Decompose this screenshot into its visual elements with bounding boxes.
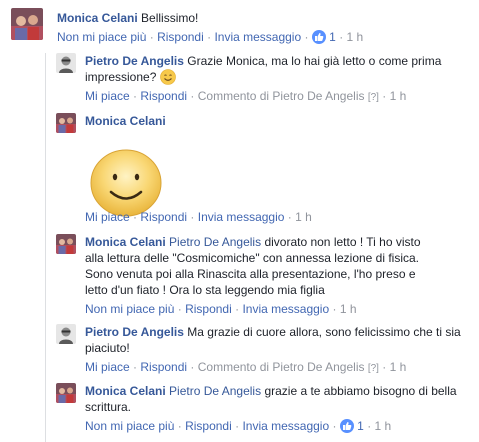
- comment-time[interactable]: 1 h: [390, 89, 407, 103]
- reply-link[interactable]: Rispondi: [157, 30, 204, 44]
- comment-actions: Mi piace · Rispondi · Invia messaggio · …: [85, 210, 312, 224]
- comment-time[interactable]: 1 h: [375, 419, 392, 433]
- comment-actions: Non mi piace più · Rispondi · Invia mess…: [85, 419, 392, 433]
- avatar[interactable]: [56, 53, 76, 73]
- comment-actions: Mi piace · Rispondi · Commento di Pietro…: [85, 89, 407, 103]
- like-count[interactable]: 1: [329, 30, 336, 44]
- send-message-link[interactable]: Invia messaggio: [214, 30, 301, 44]
- reply-monica-sticker: Monica Celani Mi piace · Rispondi · Invi…: [56, 113, 471, 231]
- like-icon[interactable]: [339, 419, 354, 433]
- send-message-link[interactable]: Invia messaggio: [242, 419, 329, 433]
- like-icon[interactable]: [311, 30, 326, 44]
- thread-line: [45, 53, 46, 442]
- comment-time[interactable]: 1 h: [347, 30, 364, 44]
- comment-text-line: Sono venuta poi alla Rinascita alla pres…: [85, 267, 416, 281]
- unlike-link[interactable]: Non mi piace più: [57, 30, 146, 44]
- reply-link[interactable]: Rispondi: [185, 302, 232, 316]
- monica-avatar-image: [11, 8, 43, 40]
- monica-avatar-image: [56, 113, 76, 133]
- reply-link[interactable]: Rispondi: [185, 419, 232, 433]
- comment-time[interactable]: 1 h: [340, 302, 357, 316]
- send-message-link[interactable]: Invia messaggio: [242, 302, 329, 316]
- reply-pietro-1: Pietro De Angelis Grazie Monica, ma lo h…: [56, 53, 471, 107]
- comment-monica-1: Monica Celani Bellissimo! Non mi piace p…: [11, 8, 471, 48]
- comment-actions: Non mi piace più · Rispondi · Invia mess…: [85, 302, 357, 316]
- reply-monica-2: Monica Celani Pietro De Angelis divorato…: [56, 234, 471, 322]
- like-link[interactable]: Mi piace: [85, 210, 130, 224]
- comment-author[interactable]: Monica Celani: [85, 235, 166, 249]
- reply-link[interactable]: Rispondi: [140, 210, 187, 224]
- avatar[interactable]: [56, 383, 76, 403]
- comment-author[interactable]: Monica Celani: [85, 384, 166, 398]
- monica-avatar-image: [56, 234, 76, 254]
- comment-actions: Non mi piace più · Rispondi · Invia mess…: [57, 30, 364, 44]
- comment-author[interactable]: Pietro De Angelis: [85, 54, 184, 68]
- comment-time[interactable]: 1 h: [390, 360, 407, 374]
- smiley-emoji-icon: [159, 69, 176, 85]
- unlike-link[interactable]: Non mi piace più: [85, 419, 174, 433]
- reply-pietro-2: Pietro De Angelis Ma grazie di cuore all…: [56, 324, 471, 379]
- send-message-link[interactable]: Invia messaggio: [198, 210, 285, 224]
- comment-text: Bellissimo!: [141, 11, 199, 25]
- avatar[interactable]: [56, 113, 76, 133]
- like-link[interactable]: Mi piace: [85, 89, 130, 103]
- like-link[interactable]: Mi piace: [85, 360, 130, 374]
- comment-text-line: divorato non letto ! Ti ho visto: [264, 235, 421, 249]
- reply-monica-3: Monica Celani Pietro De Angelis grazie a…: [56, 383, 471, 438]
- comment-text-line: letto d'un fiato ! Ora lo sta leggendo m…: [85, 283, 325, 297]
- comment-actions: Mi piace · Rispondi · Commento di Pietro…: [85, 360, 407, 374]
- comment-by-label: Commento di Pietro De Angelis: [197, 360, 365, 374]
- comment-by-label: Commento di Pietro De Angelis: [197, 89, 365, 103]
- flag-link[interactable]: [?]: [368, 92, 379, 103]
- monica-avatar-image: [56, 383, 76, 403]
- mention-link[interactable]: Pietro De Angelis: [169, 235, 261, 249]
- unlike-link[interactable]: Non mi piace più: [85, 302, 174, 316]
- avatar[interactable]: [56, 234, 76, 254]
- comment-time[interactable]: 1 h: [295, 210, 312, 224]
- comment-author[interactable]: Pietro De Angelis: [85, 325, 184, 339]
- avatar[interactable]: [56, 324, 76, 344]
- reply-link[interactable]: Rispondi: [140, 89, 187, 103]
- reply-link[interactable]: Rispondi: [140, 360, 187, 374]
- like-count[interactable]: 1: [357, 419, 364, 433]
- flag-link[interactable]: [?]: [368, 363, 379, 374]
- avatar[interactable]: [11, 8, 43, 40]
- comment-author[interactable]: Monica Celani: [85, 114, 166, 128]
- mention-link[interactable]: Pietro De Angelis: [169, 384, 261, 398]
- pietro-avatar-image: [56, 324, 76, 344]
- comment-author[interactable]: Monica Celani: [57, 11, 138, 25]
- comment-text-line: alla lettura delle "Cosmicomiche" con an…: [85, 251, 420, 265]
- pietro-avatar-image: [56, 53, 76, 73]
